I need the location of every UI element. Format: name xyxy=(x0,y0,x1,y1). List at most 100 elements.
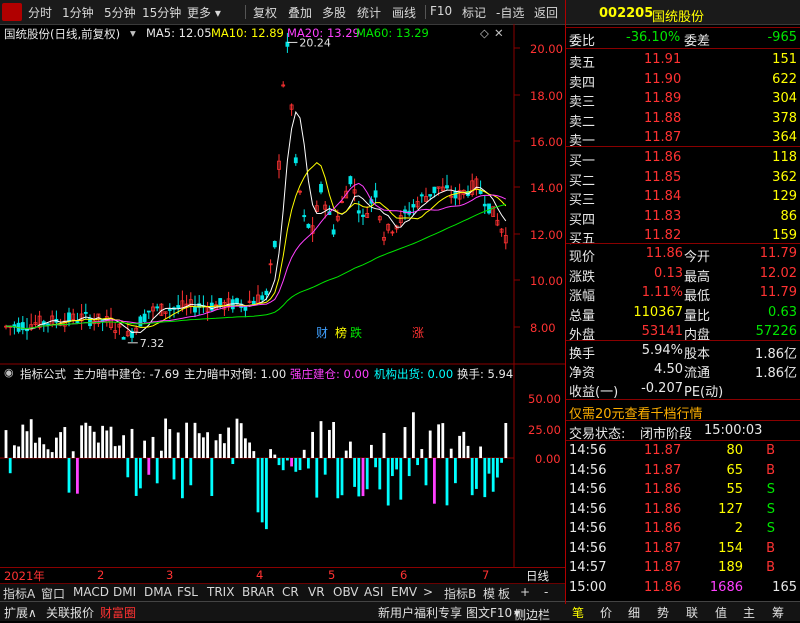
candle-body xyxy=(302,215,307,218)
tab-1min[interactable]: 1分钟 xyxy=(62,4,94,21)
tab-template[interactable]: 模 xyxy=(483,585,495,602)
indicator-bar xyxy=(4,430,8,458)
promo-link[interactable]: 新用户福利专享 xyxy=(378,604,462,621)
indicator-bar xyxy=(168,429,172,458)
tab-cr[interactable]: CR xyxy=(282,585,299,599)
tab-15min[interactable]: 15分钟 xyxy=(142,4,181,21)
tab-brar[interactable]: BRAR xyxy=(242,585,275,599)
tab-detail[interactable]: 细 xyxy=(628,604,640,621)
indicator-bar xyxy=(374,458,377,468)
chart-area[interactable]: 20.24 7.32 财榜跌涨 xyxy=(0,24,565,568)
price-axis-label: 10.00 xyxy=(530,274,563,288)
chevron-down-icon[interactable]: ◉ xyxy=(4,366,14,379)
indicator-bar xyxy=(395,458,398,470)
wealth-circle-button[interactable]: 财富圈 xyxy=(100,604,136,621)
period-label[interactable]: 日线 xyxy=(526,568,549,584)
tick-time: 14:56 xyxy=(569,521,607,536)
tab-vr[interactable]: VR xyxy=(308,585,325,599)
quote-row: 卖一 11.87 364 xyxy=(566,128,800,149)
ask-label: 卖三 xyxy=(569,95,596,110)
indicator-bar xyxy=(130,428,134,458)
stat-value: 11.79 xyxy=(759,246,797,261)
f10-button[interactable]: F10 xyxy=(430,4,452,18)
ask-volume: 622 xyxy=(772,71,797,87)
inst-value: 机构出货: 0.00 xyxy=(374,367,454,381)
indicator-bar xyxy=(105,430,109,458)
bid-volume: 362 xyxy=(772,169,797,185)
indicator-bar xyxy=(336,458,340,499)
strong-value: 强庄建仓: 0.00 xyxy=(290,367,370,381)
related-quote-button[interactable]: 关联报价 xyxy=(46,604,94,621)
tab-main[interactable]: 主 xyxy=(743,604,755,621)
tab-indicator-a[interactable]: 指标A xyxy=(3,585,35,602)
tab-tick[interactable]: 笔 xyxy=(572,604,584,621)
tab-chips[interactable]: 筹 xyxy=(772,604,784,621)
tab-trix[interactable]: TRIX xyxy=(207,585,234,599)
indicator-bar xyxy=(386,458,390,506)
quote-row: 14:57 11.87 189 B xyxy=(566,558,800,578)
tick-volume: 55 xyxy=(726,482,743,497)
tab-trend[interactable]: 势 xyxy=(657,604,669,621)
tab-fsl[interactable]: FSL xyxy=(177,585,198,599)
close-icon[interactable]: ✕ xyxy=(494,26,504,40)
indicator-bar xyxy=(34,442,37,458)
ma20-line xyxy=(5,182,507,330)
indicator-bar xyxy=(416,458,419,466)
indicator-title[interactable]: 指标公式 xyxy=(20,366,66,382)
indicator-bar xyxy=(328,429,331,458)
indicator-bar xyxy=(13,445,16,458)
candle-body xyxy=(167,309,172,311)
candle-body xyxy=(331,229,336,235)
draw-button[interactable]: 画线 xyxy=(392,4,416,21)
tick-time: 14:56 xyxy=(569,462,607,478)
diamond-icon[interactable]: ◇ xyxy=(480,26,489,40)
zoom-in-button[interactable]: + xyxy=(520,585,530,599)
trade-time: 15:00:03 xyxy=(704,423,763,438)
tab-next-icon[interactable]: > xyxy=(423,585,433,599)
indicator-axis-label: 50.00 xyxy=(528,392,561,406)
quote-row: 14:56 11.87 65 B xyxy=(566,461,800,481)
candle-body xyxy=(453,191,458,199)
tab-link[interactable]: 联 xyxy=(686,604,698,621)
mark-button[interactable]: 标记 xyxy=(462,4,486,21)
settings-icon[interactable]: ▾ xyxy=(130,26,136,40)
tab-obv[interactable]: OBV xyxy=(333,585,359,599)
candle-body xyxy=(67,312,71,323)
tab-intraday[interactable]: 分时 xyxy=(28,4,52,21)
watchlist-remove-button[interactable]: -自选 xyxy=(496,4,524,21)
kline-chart[interactable]: 20.247.32财榜跌涨 xyxy=(0,24,565,568)
tab-dmi[interactable]: DMI xyxy=(113,585,136,599)
candle-body xyxy=(146,310,151,313)
stat-value: 11.79 xyxy=(759,285,797,300)
tab-template-2[interactable]: 板 xyxy=(498,585,510,602)
multi-stock-button[interactable]: 多股 xyxy=(322,4,346,21)
indicator-bar xyxy=(122,435,125,458)
more-button[interactable]: 更多 ▾ xyxy=(187,4,221,21)
weicha-label: 委差 xyxy=(684,34,711,49)
tab-5min[interactable]: 5分钟 xyxy=(104,4,136,21)
indicator-bar xyxy=(88,425,92,458)
ma20-label: MA20: 13.29 xyxy=(287,26,360,40)
indicator-bar xyxy=(294,458,298,472)
tab-price[interactable]: 价 xyxy=(600,604,612,621)
tab-indicator-b[interactable]: 指标B xyxy=(444,585,476,602)
stat-value: 11.86 xyxy=(645,246,683,261)
ask-label: 卖五 xyxy=(569,56,596,71)
tab-value[interactable]: 值 xyxy=(715,604,727,621)
stats-button[interactable]: 统计 xyxy=(357,4,381,21)
indicator-bar xyxy=(344,450,348,458)
f10-graphic-button[interactable]: 图文F10 xyxy=(466,604,512,621)
expand-button[interactable]: 扩展∧ xyxy=(4,604,37,621)
tab-emv[interactable]: EMV xyxy=(391,585,417,599)
zoom-out-button[interactable]: - xyxy=(544,585,548,599)
adjust-button[interactable]: 复权 xyxy=(253,4,277,21)
tab-macd[interactable]: MACD xyxy=(73,585,109,599)
tab-window[interactable]: 窗口 xyxy=(41,585,65,602)
overlay-button[interactable]: 叠加 xyxy=(288,4,312,21)
tab-dma[interactable]: DMA xyxy=(144,585,172,599)
tab-asi[interactable]: ASI xyxy=(364,585,383,599)
weicha-value: -965 xyxy=(767,30,797,45)
indicator-bar xyxy=(118,445,121,458)
stat-label: 最低 xyxy=(684,289,711,304)
back-button[interactable]: 返回 xyxy=(534,4,558,21)
